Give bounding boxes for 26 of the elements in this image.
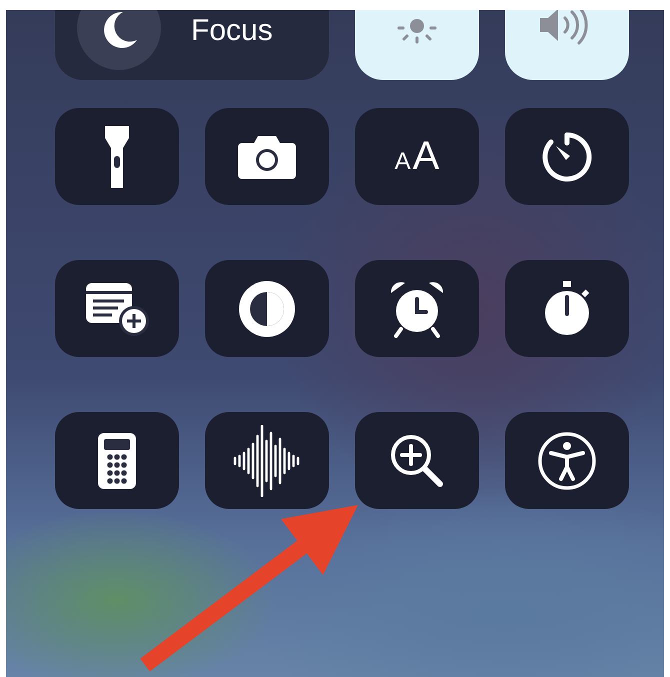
calculator-icon: [97, 432, 137, 490]
calculator-tile[interactable]: [55, 412, 179, 509]
flashlight-icon: [104, 124, 130, 190]
accessibility-tile[interactable]: [505, 412, 629, 509]
text-size-tile[interactable]: AA: [355, 108, 479, 205]
zoom-in-icon: [389, 432, 445, 488]
quick-note-tile[interactable]: [55, 260, 179, 357]
camera-tile[interactable]: [205, 108, 329, 205]
magnifier-tile[interactable]: [355, 412, 479, 509]
contrast-icon: [237, 278, 297, 338]
voice-memo-tile[interactable]: [205, 412, 329, 509]
flashlight-tile[interactable]: [55, 108, 179, 205]
text-size-icon: AA: [394, 134, 440, 179]
stopwatch-tile[interactable]: [505, 260, 629, 357]
focus-label: Focus: [191, 14, 273, 48]
timer-tile[interactable]: [505, 108, 629, 205]
note-plus-icon: [84, 280, 150, 336]
alarm-tile[interactable]: [355, 260, 479, 357]
dark-mode-tile[interactable]: [205, 260, 329, 357]
sun-icon: [397, 16, 437, 46]
focus-tile[interactable]: Focus: [55, 10, 329, 80]
stopwatch-icon: [542, 280, 592, 336]
accessibility-icon: [537, 430, 597, 490]
camera-icon: [238, 134, 296, 178]
timer-icon: [540, 130, 594, 184]
moon-icon: [77, 10, 161, 70]
